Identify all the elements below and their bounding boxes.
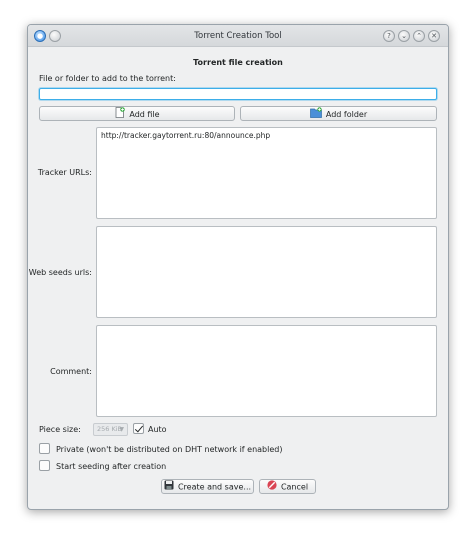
path-label: File or folder to add to the torrent: — [39, 74, 176, 83]
comment-field[interactable] — [96, 325, 437, 417]
help-button[interactable]: ? — [383, 30, 395, 42]
page-heading: Torrent file creation — [193, 58, 283, 67]
document-new-icon — [114, 107, 126, 122]
torrent-creation-window: ● Torrent Creation Tool ? ⌄ ⌃ ✕ Torrent … — [27, 24, 449, 510]
auto-label: Auto — [148, 425, 167, 434]
create-and-save-label: Create and save... — [177, 482, 252, 492]
cancel-button[interactable]: Cancel — [259, 479, 316, 494]
add-file-button[interactable]: Add file — [39, 106, 235, 121]
create-and-save-button[interactable]: Create and save... — [161, 479, 254, 494]
tracker-urls-label: Tracker URLs: — [37, 168, 92, 177]
web-seeds-field[interactable] — [96, 226, 437, 318]
web-seeds-label: Web seeds urls: — [28, 268, 92, 277]
path-input[interactable] — [39, 88, 437, 100]
tracker-urls-field[interactable]: http://tracker.gaytorrent.ru:80/announce… — [96, 127, 437, 219]
piece-size-label: Piece size: — [39, 425, 81, 434]
cancel-icon — [267, 480, 277, 494]
maximize-button[interactable]: ⌃ — [413, 30, 425, 42]
minimize-button[interactable]: ⌄ — [398, 30, 410, 42]
close-button[interactable]: ✕ — [428, 30, 440, 42]
start-seeding-checkbox[interactable] — [39, 460, 50, 471]
piece-size-value: 256 KiB — [97, 425, 123, 433]
start-seeding-label: Start seeding after creation — [56, 462, 167, 471]
auto-checkbox[interactable] — [133, 423, 144, 434]
add-folder-button[interactable]: Add folder — [240, 106, 437, 121]
private-label: Private (won't be distributed on DHT net… — [56, 445, 283, 454]
comment-label: Comment: — [50, 367, 92, 376]
cancel-label: Cancel — [280, 482, 309, 492]
chevron-down-icon: ▼ — [119, 426, 124, 433]
folder-new-icon — [310, 107, 322, 122]
add-file-label: Add file — [129, 110, 160, 119]
title-bar[interactable]: ● Torrent Creation Tool ? ⌄ ⌃ ✕ — [28, 25, 448, 47]
add-folder-label: Add folder — [325, 110, 368, 119]
piece-size-select[interactable]: 256 KiB ▼ — [93, 423, 128, 436]
save-icon — [164, 480, 174, 494]
private-checkbox[interactable] — [39, 443, 50, 454]
